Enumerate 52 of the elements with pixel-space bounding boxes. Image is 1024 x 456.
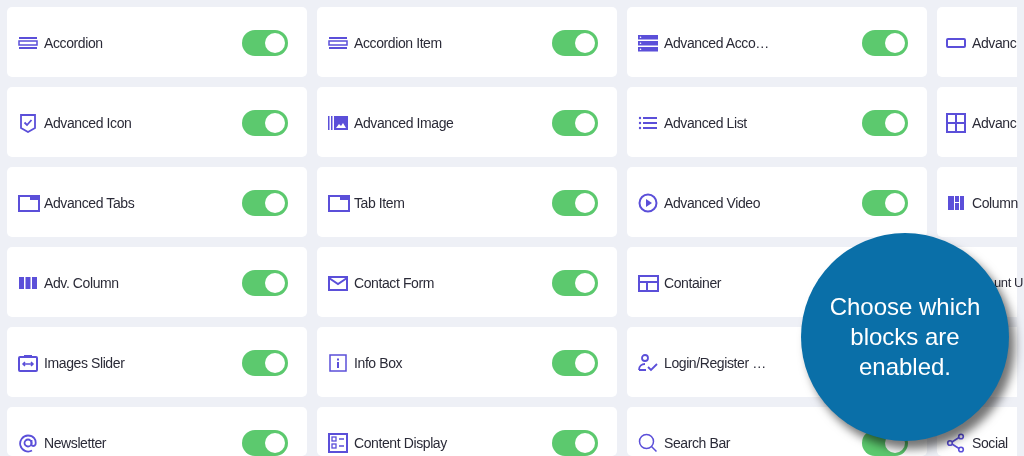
window-icon — [328, 193, 350, 213]
search-icon — [638, 433, 660, 453]
mail-icon — [328, 273, 350, 293]
block-name: Content Display — [354, 434, 447, 453]
block-name: Container — [664, 274, 722, 293]
block-name: Advanced Video — [664, 194, 761, 213]
toggle-switch[interactable] — [552, 110, 598, 136]
block-name: Adv. Column — [44, 274, 119, 293]
block-name: Advanced Acco… — [664, 34, 769, 53]
window-icon — [18, 193, 40, 213]
toggle-switch[interactable] — [242, 30, 288, 56]
block-name: Info Box — [354, 354, 403, 373]
at-sign-icon — [18, 433, 40, 453]
stacked-rows-icon — [638, 33, 660, 53]
block-name: Tab Item — [354, 194, 405, 213]
block-name: Accordion — [44, 34, 103, 53]
toggle-switch[interactable] — [552, 270, 598, 296]
block-name: Login/Register … — [664, 354, 766, 373]
block-name: Images Slider — [44, 354, 125, 373]
block-name: Advanc — [972, 114, 1017, 133]
grid-icon — [946, 113, 968, 133]
toggle-switch[interactable] — [242, 350, 288, 376]
block-name: Column — [972, 194, 1018, 213]
toggle-switch[interactable] — [862, 110, 908, 136]
toggle-switch[interactable] — [552, 350, 598, 376]
block-name: Accordion Item — [354, 34, 442, 53]
toggle-switch[interactable] — [552, 430, 598, 456]
toggle-switch[interactable] — [552, 190, 598, 216]
user-check-icon — [638, 353, 660, 373]
block-name: Advanced Icon — [44, 114, 132, 133]
block-name: Advanced List — [664, 114, 747, 133]
block-name: Social — [972, 434, 1008, 453]
play-icon — [638, 193, 660, 213]
slider-icon — [18, 353, 40, 373]
info-icon — [328, 353, 350, 373]
toggle-switch[interactable] — [862, 190, 908, 216]
block-name: Contact Form — [354, 274, 434, 293]
layout-icon — [638, 273, 660, 293]
block-name: Advanc — [972, 34, 1017, 53]
block-name: Search Bar — [664, 434, 731, 453]
toggle-switch[interactable] — [552, 30, 598, 56]
toggle-switch[interactable] — [242, 270, 288, 296]
block-name: Advanced Tabs — [44, 194, 135, 213]
image-icon — [328, 113, 350, 133]
content-grid-icon — [328, 433, 350, 453]
toggle-switch[interactable] — [242, 430, 288, 456]
block-name: Advanced Image — [354, 114, 454, 133]
toggle-switch[interactable] — [242, 110, 288, 136]
toggle-switch[interactable] — [862, 30, 908, 56]
toggle-switch[interactable] — [242, 190, 288, 216]
block-name: Newsletter — [44, 434, 107, 453]
block-name: unt U — [994, 274, 1024, 292]
